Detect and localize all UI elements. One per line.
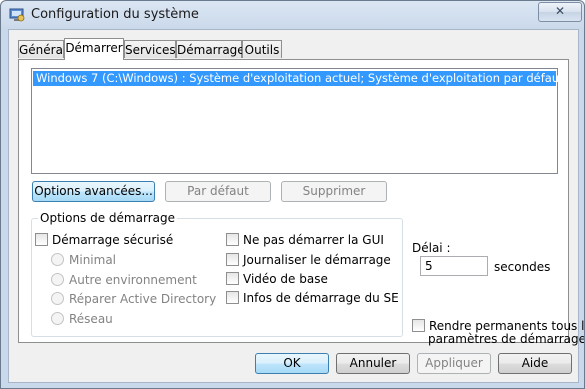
tab-services[interactable]: Services	[124, 40, 176, 58]
cancel-label: Annuler	[349, 356, 397, 370]
close-button[interactable]: ✕	[538, 2, 582, 22]
dialog-client-area: Général Démarrer Services Démarrage Outi…	[8, 29, 584, 383]
os-boot-info-label: Infos de démarrage du SE	[243, 291, 399, 305]
os-list[interactable]: Windows 7 (C:\Windows) : Système d'explo…	[31, 68, 564, 174]
close-icon: ✕	[554, 4, 566, 18]
network-radio[interactable]: Réseau	[51, 311, 113, 327]
tab-general-label: Général	[19, 43, 67, 57]
radio-icon	[51, 253, 64, 266]
checkbox-icon	[226, 272, 239, 285]
checkbox-icon	[226, 253, 239, 266]
delete-label: Supprimer	[302, 184, 366, 198]
cancel-button[interactable]: Annuler	[336, 353, 410, 374]
checkbox-icon	[35, 233, 48, 246]
tab-general[interactable]: Général	[18, 40, 67, 58]
msconfig-icon	[9, 8, 25, 22]
boot-tab-panel: Windows 7 (C:\Windows) : Système d'explo…	[18, 59, 584, 346]
radio-icon	[51, 292, 64, 305]
os-list-item-selected[interactable]: Windows 7 (C:\Windows) : Système d'explo…	[33, 71, 564, 86]
advanced-options-label: Options avancées...	[34, 184, 153, 198]
ok-label: OK	[283, 356, 301, 370]
set-default-label: Par défaut	[187, 184, 249, 198]
title-bar[interactable]: Configuration du système ✕	[1, 1, 584, 31]
base-video-label: Vidéo de base	[243, 272, 328, 286]
help-label: Aide	[521, 356, 549, 370]
base-video-checkbox[interactable]: Vidéo de base	[226, 271, 328, 287]
system-configuration-window: Configuration du système ✕ Général Démar…	[0, 0, 585, 389]
checkbox-icon	[226, 233, 239, 246]
alternate-shell-radio[interactable]: Autre environnement	[51, 272, 197, 288]
tab-startup[interactable]: Démarrage	[176, 40, 245, 58]
boot-options-group: Options de démarrage Démarrage sécurisé …	[31, 211, 403, 337]
delete-button[interactable]: Supprimer	[281, 181, 387, 202]
os-boot-info-checkbox[interactable]: Infos de démarrage du SE	[226, 290, 399, 306]
checkbox-icon	[412, 319, 425, 332]
timeout-input[interactable]: 5	[420, 256, 488, 276]
timeout-unit: secondes	[494, 260, 551, 274]
safe-boot-checkbox[interactable]: Démarrage sécurisé	[35, 232, 173, 248]
make-permanent-label: Rendre permanents tous les	[429, 319, 585, 333]
ad-repair-label: Réparer Active Directory	[69, 292, 217, 306]
ad-repair-radio[interactable]: Réparer Active Directory	[51, 291, 216, 307]
boot-options-title: Options de démarrage	[38, 211, 177, 225]
tab-startup-label: Démarrage	[177, 43, 245, 57]
tab-tools[interactable]: Outils	[242, 40, 282, 58]
radio-icon	[51, 273, 64, 286]
timeout-label: Délai :	[412, 241, 451, 255]
advanced-options-button[interactable]: Options avancées...	[32, 181, 155, 202]
tab-boot-label: Démarrer	[65, 41, 123, 55]
boot-log-checkbox[interactable]: Journaliser le démarrage	[226, 252, 391, 268]
make-permanent-label-line2: paramètres de démarrage	[428, 332, 585, 346]
minimal-radio[interactable]: Minimal	[51, 252, 116, 268]
apply-button[interactable]: Appliquer	[417, 353, 491, 374]
apply-label: Appliquer	[425, 356, 483, 370]
tab-boot[interactable]: Démarrer	[64, 38, 124, 60]
ok-button[interactable]: OK	[255, 353, 329, 374]
window-title: Configuration du système	[31, 7, 199, 22]
checkbox-icon	[226, 291, 239, 304]
boot-log-label: Journaliser le démarrage	[243, 253, 391, 267]
minimal-label: Minimal	[69, 253, 117, 267]
safe-boot-label: Démarrage sécurisé	[52, 233, 174, 247]
network-label: Réseau	[69, 312, 113, 326]
help-button[interactable]: Aide	[498, 353, 572, 374]
alternate-shell-label: Autre environnement	[69, 273, 197, 287]
tab-services-label: Services	[125, 43, 176, 57]
no-gui-label: Ne pas démarrer la GUI	[243, 233, 384, 247]
tab-tools-label: Outils	[244, 43, 280, 57]
set-default-button[interactable]: Par défaut	[165, 181, 271, 202]
radio-icon	[51, 312, 64, 325]
no-gui-checkbox[interactable]: Ne pas démarrer la GUI	[226, 232, 384, 248]
